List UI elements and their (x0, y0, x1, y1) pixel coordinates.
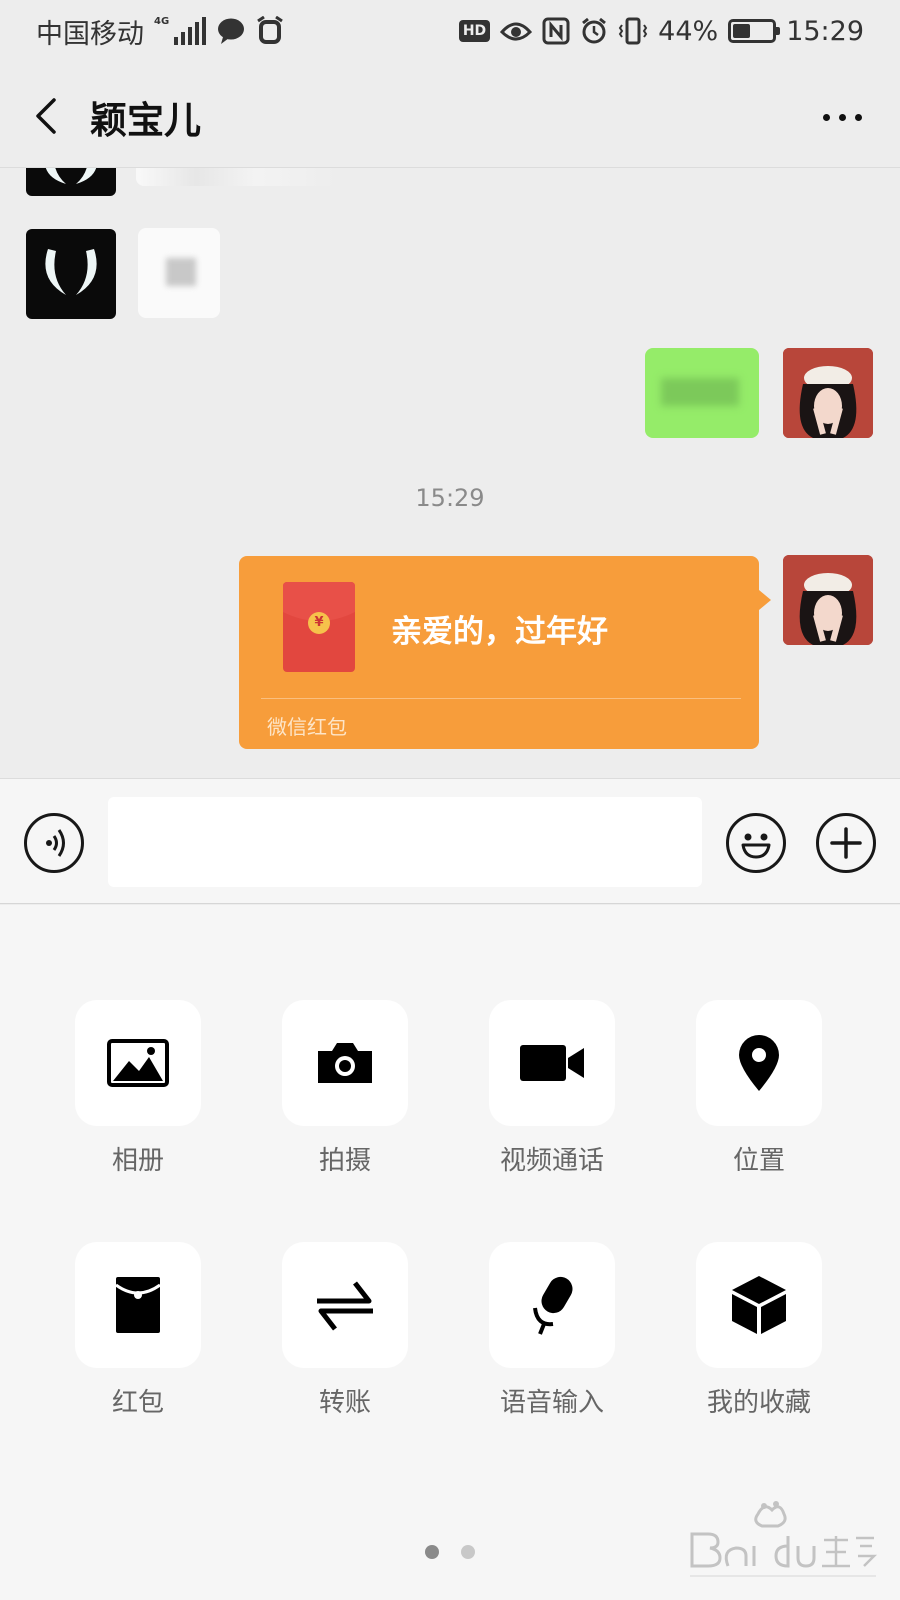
more-button[interactable] (814, 102, 870, 132)
nfc-icon (542, 17, 570, 45)
action-label: 语音输入 (499, 1388, 604, 1418)
alarm-app-icon (257, 16, 284, 44)
microphone-icon (533, 1276, 573, 1335)
blurred-content (661, 378, 739, 406)
action-tile[interactable] (75, 1242, 201, 1368)
status-left: 中国移动 4G (36, 12, 284, 51)
more-functions-button[interactable] (816, 813, 876, 873)
battery-percent: 44% (658, 15, 719, 47)
camera-icon (318, 1043, 372, 1083)
message-bubble-blurred[interactable] (138, 228, 220, 318)
chat-title: 颖宝儿 (90, 99, 201, 142)
emoji-button[interactable] (726, 813, 786, 873)
contact-avatar[interactable] (26, 229, 116, 319)
action-tile[interactable] (489, 1000, 615, 1126)
red-packet-icon (115, 1277, 161, 1333)
avatar-image (45, 168, 97, 184)
avatar-image (783, 348, 873, 438)
action-tile[interactable] (282, 1000, 408, 1126)
back-button[interactable] (22, 88, 78, 144)
vibrate-icon (618, 17, 648, 45)
my-avatar[interactable] (783, 555, 873, 645)
action-tile[interactable] (696, 1242, 822, 1368)
smiley-icon (741, 833, 771, 859)
red-packet-envelope-icon: ¥ (283, 582, 355, 672)
action-tile[interactable] (282, 1242, 408, 1368)
action-favorites[interactable]: 我的收藏 (671, 1242, 847, 1419)
action-label: 位置 (732, 1146, 785, 1176)
chevron-left-icon (36, 98, 56, 134)
battery-icon (728, 19, 781, 43)
voice-icon (46, 829, 65, 857)
function-panel: 相册 拍摄 视频通话 位置 红包 转账 语音输入 我的收藏 (0, 905, 900, 1600)
action-camera[interactable]: 拍摄 (257, 1000, 433, 1177)
red-packet-label: 微信红包 (267, 715, 347, 739)
red-packet-greeting: 亲爱的，过年好 (391, 614, 608, 650)
action-label: 转账 (318, 1388, 371, 1418)
action-label: 相册 (111, 1146, 164, 1176)
wechat-notification-icon (218, 18, 245, 44)
message-timestamp: 15:29 (415, 484, 485, 512)
location-icon (739, 1035, 779, 1091)
voice-toggle-button[interactable] (24, 813, 84, 873)
contact-avatar[interactable] (26, 168, 116, 196)
battery-fill (733, 24, 751, 38)
favorites-icon (732, 1276, 786, 1334)
chat-header: 颖宝儿 (0, 62, 900, 168)
plus-icon (830, 827, 862, 859)
action-red-packet[interactable]: 红包 (50, 1242, 226, 1419)
eye-comfort-icon (500, 22, 533, 41)
message-bubble-blurred[interactable] (136, 168, 336, 186)
action-label: 红包 (111, 1388, 164, 1418)
carrier-name: 中国移动 (36, 18, 144, 50)
alarm-clock-icon (582, 17, 607, 44)
transfer-icon (317, 1281, 373, 1331)
input-bar (0, 778, 900, 904)
status-bar: 中国移动 4G HD 44% 15:29 (0, 0, 900, 62)
page-dot-active[interactable] (425, 1545, 439, 1559)
action-tile[interactable] (696, 1000, 822, 1126)
hd-badge: HD (458, 20, 491, 42)
signal-icon: 4G (154, 16, 207, 45)
baidu-jingyan-watermark-logo (690, 1501, 878, 1577)
chat-area[interactable]: 15:29 ¥ 亲爱的，过年好 微信红包 (0, 168, 900, 778)
action-voice-input[interactable]: 语音输入 (464, 1242, 640, 1419)
red-packet-message[interactable]: ¥ 亲爱的，过年好 微信红包 (239, 556, 771, 749)
action-tile[interactable] (489, 1242, 615, 1368)
more-dot (838, 113, 846, 121)
video-call-icon (520, 1045, 584, 1081)
message-bubble-outgoing[interactable] (645, 348, 759, 438)
avatar-image (783, 555, 873, 645)
action-label: 我的收藏 (706, 1388, 811, 1418)
message-input[interactable] (108, 797, 702, 887)
red-packet-divider (261, 698, 741, 699)
blurred-content (166, 258, 196, 286)
action-label: 视频通话 (499, 1146, 604, 1176)
album-icon (107, 1039, 169, 1087)
avatar-image (45, 249, 97, 295)
status-right: HD 44% 15:29 (458, 15, 864, 47)
network-type: 4G (154, 16, 170, 27)
action-tile[interactable] (75, 1000, 201, 1126)
clock: 15:29 (786, 15, 864, 47)
action-label: 拍摄 (318, 1146, 371, 1176)
my-avatar[interactable] (783, 348, 873, 438)
more-dot (822, 113, 830, 121)
more-dot (854, 113, 862, 121)
coin-icon: ¥ (308, 612, 330, 634)
page-dot[interactable] (461, 1545, 475, 1559)
action-location[interactable]: 位置 (671, 1000, 847, 1177)
action-album[interactable]: 相册 (50, 1000, 226, 1177)
action-transfer[interactable]: 转账 (257, 1242, 433, 1419)
action-video-call[interactable]: 视频通话 (464, 1000, 640, 1177)
